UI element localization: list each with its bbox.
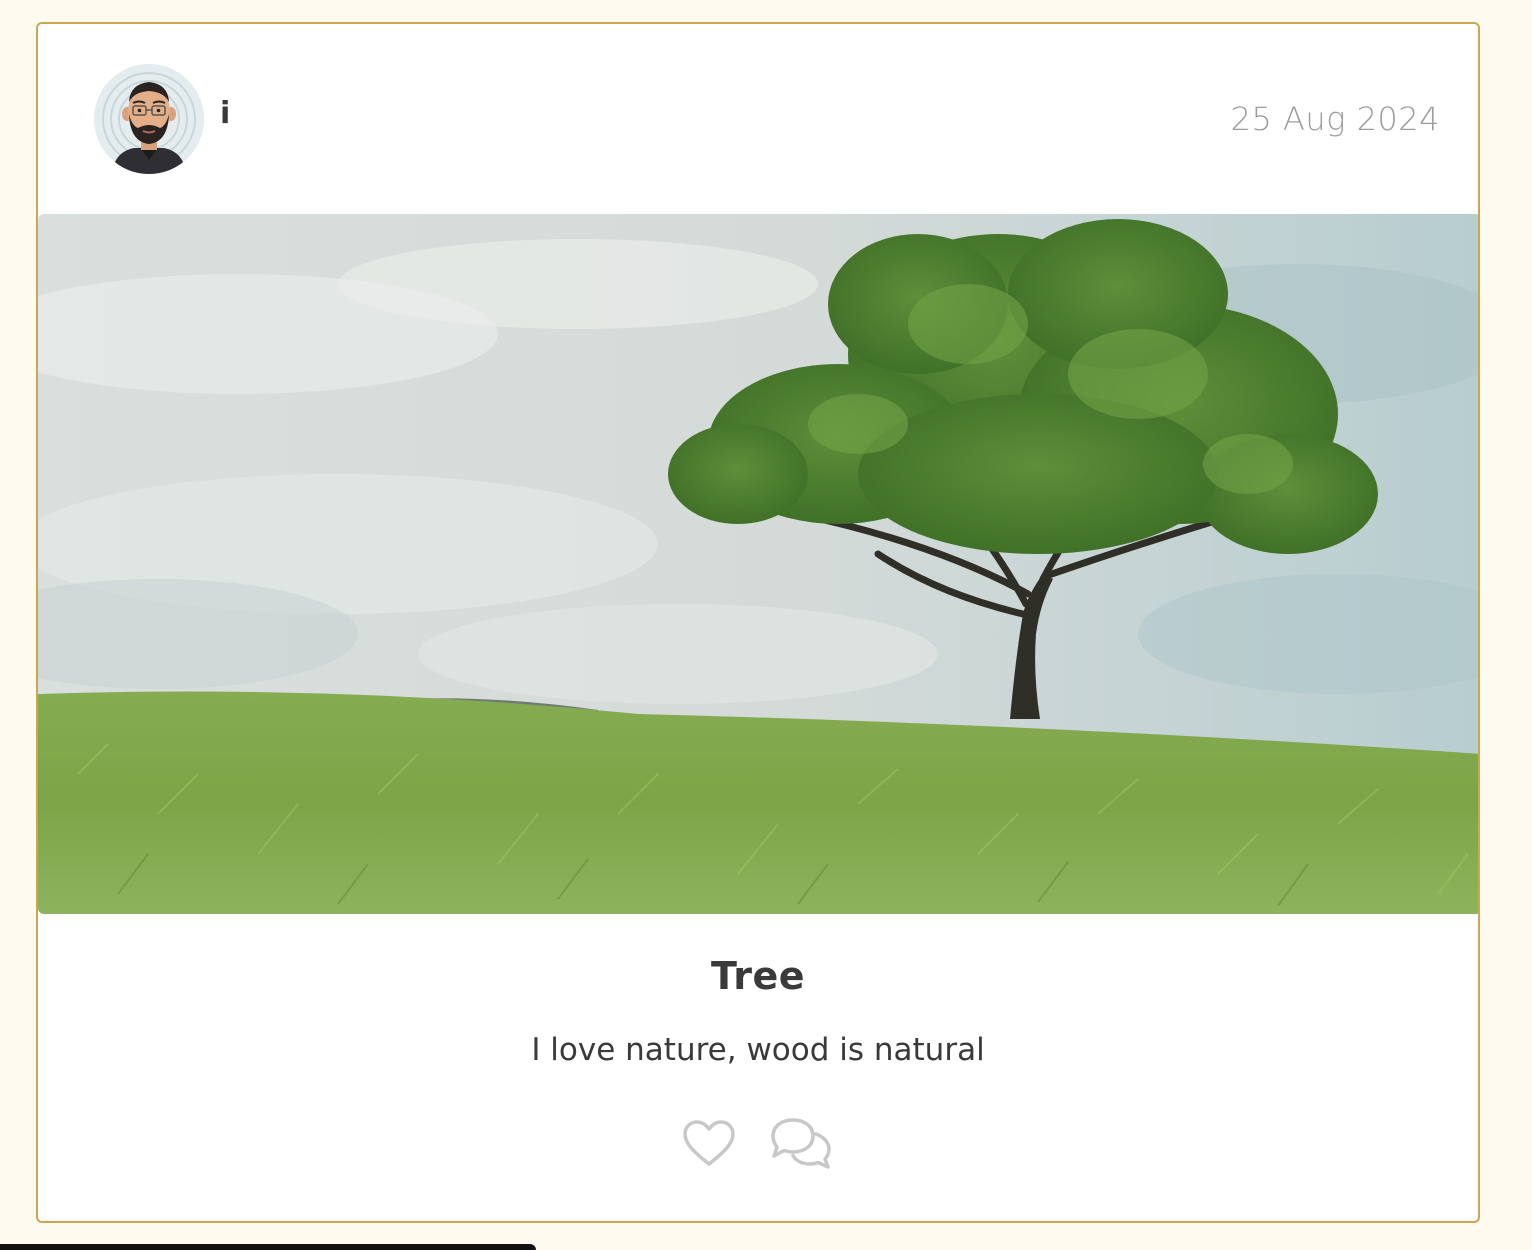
heart-outline-icon xyxy=(683,1120,736,1166)
author-name[interactable]: i xyxy=(220,96,230,131)
post-actions xyxy=(38,1116,1478,1180)
like-button[interactable] xyxy=(681,1118,737,1174)
post-date: 25 Aug 2024 xyxy=(1230,100,1440,138)
post-image[interactable] xyxy=(38,214,1478,914)
bottom-scrollbar[interactable] xyxy=(0,1244,536,1250)
author-avatar[interactable] xyxy=(94,64,204,174)
avatar-illustration xyxy=(94,64,204,174)
post-title: Tree xyxy=(710,954,806,998)
comment-button[interactable] xyxy=(767,1116,835,1176)
post-card: i 25 Aug 2024 Tree I love nature, wood i… xyxy=(36,22,1480,1223)
post-description: I love nature, wood is natural xyxy=(531,1032,985,1068)
post-header: i 25 Aug 2024 xyxy=(38,24,1478,214)
speech-bubbles-icon xyxy=(770,1118,831,1169)
tree-field-photo xyxy=(38,214,1478,914)
